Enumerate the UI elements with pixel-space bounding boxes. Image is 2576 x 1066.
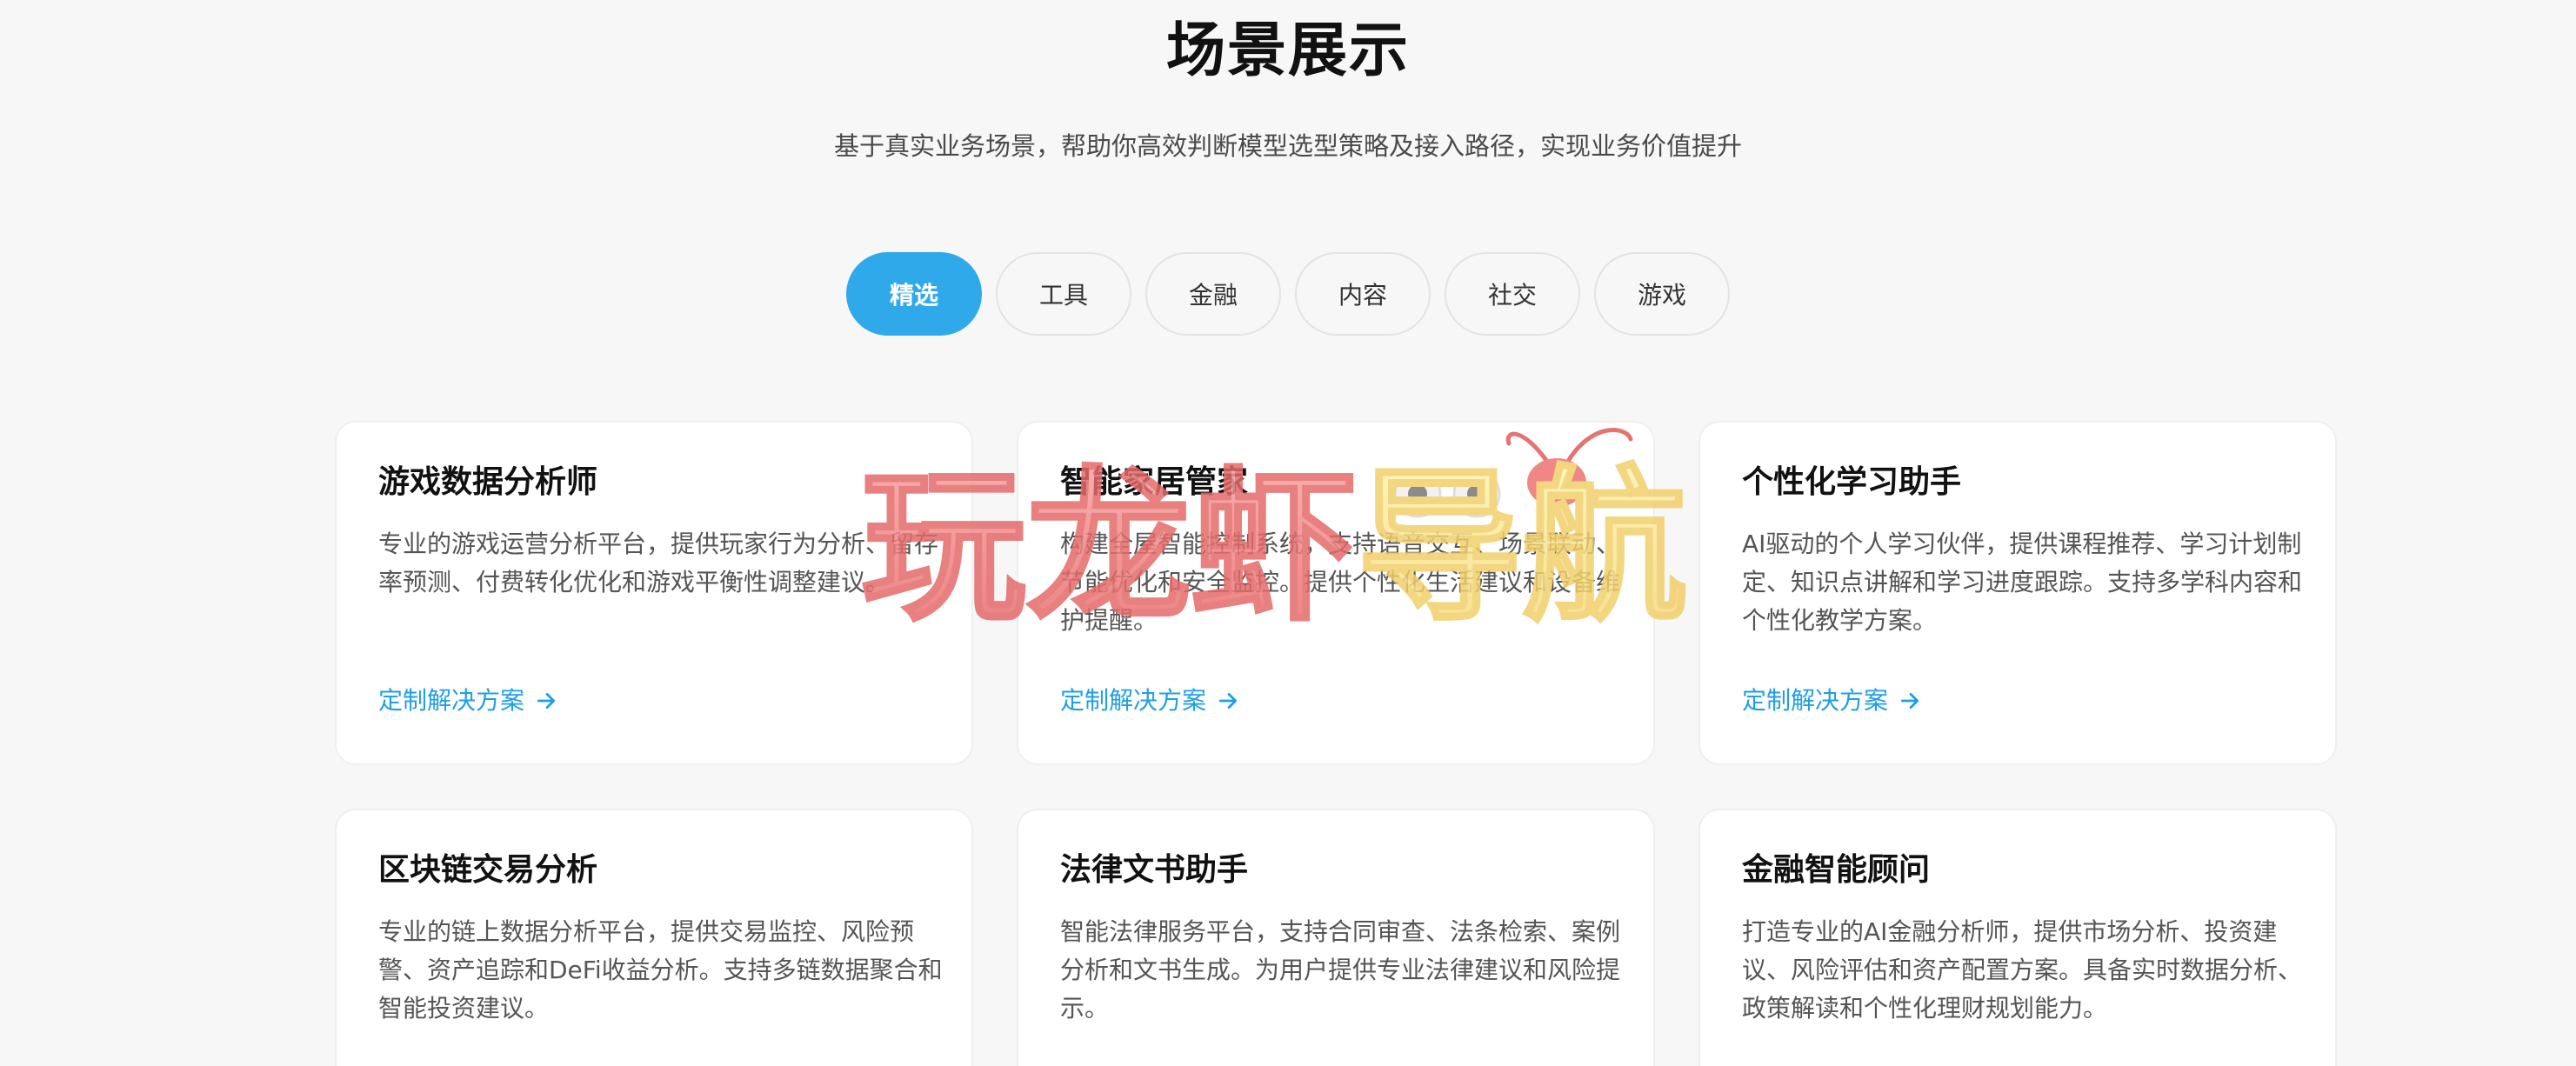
tab-content[interactable]: 内容 [1295, 252, 1431, 336]
scenario-card[interactable]: 游戏数据分析师 专业的游戏运营分析平台，提供玩家行为分析、留存率预测、付费转化优… [335, 421, 973, 765]
card-title: 个性化学习助手 [1742, 464, 1962, 500]
card-title: 金融智能顾问 [1742, 852, 1931, 888]
card-title: 区块链交易分析 [378, 852, 598, 888]
category-tabs: 精选 工具 金融 内容 社交 游戏 [0, 252, 2576, 336]
tab-finance[interactable]: 金融 [1145, 252, 1281, 336]
link-label: 定制解决方案 [378, 686, 525, 715]
card-description: 智能法律服务平台，支持合同审查、法条检索、案例分析和文书生成。为用户提供专业法律… [1060, 917, 1621, 1023]
arrow-right-icon [535, 690, 557, 712]
card-description: 打造专业的AI金融分析师，提供市场分析、投资建议、风险评估和资产配置方案。具备实… [1742, 917, 2303, 1023]
page-title: 场景展示 [1165, 17, 1410, 85]
arrow-right-icon [1899, 690, 1921, 712]
scenario-card[interactable]: 金融智能顾问 打造专业的AI金融分析师，提供市场分析、投资建议、风险评估和资产配… [1698, 809, 2337, 1066]
tab-tools[interactable]: 工具 [996, 252, 1131, 336]
scenario-card[interactable]: 个性化学习助手 AI驱动的个人学习伙伴，提供课程推荐、学习计划制定、知识点讲解和… [1698, 421, 2337, 765]
card-description: 专业的链上数据分析平台，提供交易监控、风险预警、资产追踪和DeFi收益分析。支持… [378, 917, 943, 1023]
tab-featured[interactable]: 精选 [846, 252, 982, 336]
card-description: 构建全屋智能控制系统，支持语音交互、场景联动、节能优化和安全监控。提供个性化生活… [1060, 530, 1621, 635]
scenario-card[interactable]: 法律文书助手 智能法律服务平台，支持合同审查、法条检索、案例分析和文书生成。为用… [1017, 809, 1655, 1066]
tab-social[interactable]: 社交 [1445, 252, 1580, 336]
tab-games[interactable]: 游戏 [1594, 252, 1730, 336]
link-label: 定制解决方案 [1060, 686, 1207, 715]
custom-solution-link[interactable]: 定制解决方案 [1742, 683, 1921, 718]
scenario-showcase-page: 场景展示 基于真实业务场景，帮助你高效判断模型选型策略及接入路径，实现业务价值提… [0, 0, 2576, 1066]
card-description: 专业的游戏运营分析平台，提供玩家行为分析、留存率预测、付费转化优化和游戏平衡性调… [378, 530, 939, 596]
custom-solution-link[interactable]: 定制解决方案 [378, 683, 557, 718]
card-title: 智能家居管家 [1060, 464, 1249, 500]
card-title: 游戏数据分析师 [378, 464, 598, 500]
link-label: 定制解决方案 [1742, 686, 1889, 715]
card-title: 法律文书助手 [1060, 852, 1249, 888]
page-subtitle: 基于真实业务场景，帮助你高效判断模型选型策略及接入路径，实现业务价值提升 [833, 131, 1742, 161]
scenario-card[interactable]: 智能家居管家 构建全屋智能控制系统，支持语音交互、场景联动、节能优化和安全监控。… [1017, 421, 1655, 765]
custom-solution-link[interactable]: 定制解决方案 [1060, 683, 1239, 718]
card-description: AI驱动的个人学习伙伴，提供课程推荐、学习计划制定、知识点讲解和学习进度跟踪。支… [1742, 530, 2303, 635]
arrow-right-icon [1217, 690, 1239, 712]
scenario-card[interactable]: 区块链交易分析 专业的链上数据分析平台，提供交易监控、风险预警、资产追踪和DeF… [335, 809, 973, 1066]
